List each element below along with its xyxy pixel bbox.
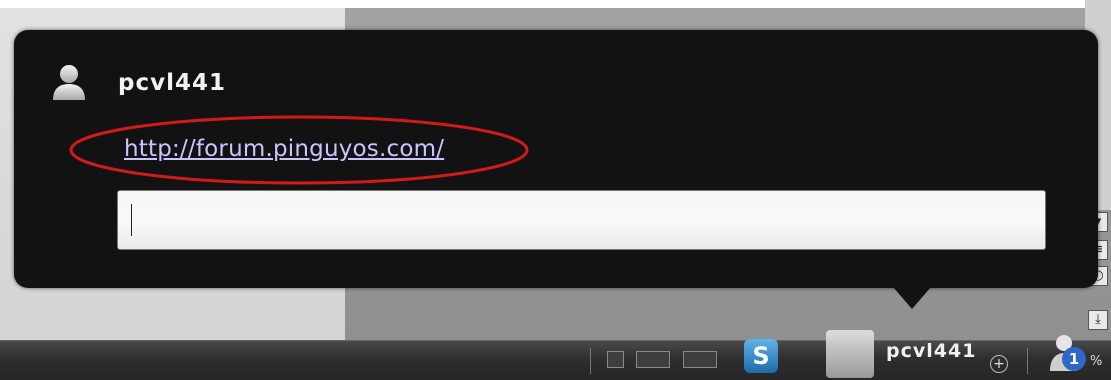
taskbar-user-icon[interactable] [826, 330, 874, 378]
desktop-2-button[interactable] [636, 351, 670, 368]
popup-username: pcvl441 [118, 70, 226, 96]
taskbar-username[interactable]: pcvl441 [886, 340, 976, 362]
text-caret [131, 204, 132, 236]
taskbar-separator-2 [1027, 348, 1028, 374]
message-input[interactable] [117, 190, 1046, 250]
desktop-3-button[interactable] [683, 351, 717, 368]
popup-pointer [893, 287, 931, 309]
scroll-bottom-button[interactable]: ⤓ [1088, 310, 1108, 330]
desktop-1-button[interactable] [607, 351, 624, 368]
app-launcher-icon[interactable]: S [744, 339, 778, 373]
forum-link[interactable]: http://forum.pinguyos.com/ [124, 136, 444, 162]
notification-badge: 1 [1062, 347, 1086, 371]
add-icon[interactable]: + [990, 355, 1008, 373]
taskbar-separator [590, 348, 591, 374]
percent-indicator: % [1090, 354, 1103, 369]
top-edge [0, 0, 1111, 8]
user-avatar-icon [53, 65, 85, 100]
